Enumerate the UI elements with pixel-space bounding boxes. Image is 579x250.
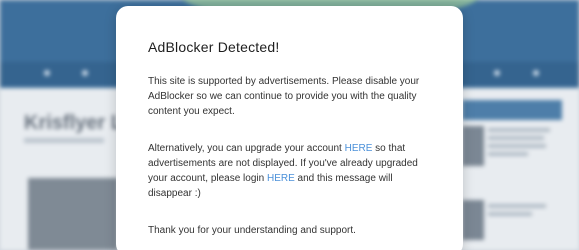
upgrade-account-link[interactable]: HERE [345, 143, 373, 154]
modal-title: AdBlocker Detected! [148, 39, 280, 55]
sidebar-text-line [488, 144, 546, 148]
article-meta [24, 138, 104, 143]
sidebar-text-line [488, 152, 528, 156]
login-link[interactable]: HERE [267, 173, 295, 184]
modal-text: Alternatively, you can upgrade your acco… [148, 143, 345, 154]
sidebar-thumbnail [462, 126, 484, 166]
modal-paragraph-support: This site is supported by advertisements… [148, 76, 420, 117]
modal-paragraph-alternative: Alternatively, you can upgrade your acco… [148, 141, 431, 201]
nav-icon [494, 70, 500, 76]
sidebar-text-line [488, 136, 544, 140]
sidebar-text-line [488, 128, 550, 132]
article-image [28, 178, 118, 250]
modal-paragraph-thanks: Thank you for your understanding and sup… [148, 225, 356, 236]
sidebar-text-line [488, 204, 546, 208]
nav-icon [82, 70, 88, 76]
sidebar-thumbnail [462, 200, 484, 240]
sidebar-header [462, 100, 562, 120]
nav-icon [44, 70, 50, 76]
nav-icon [533, 70, 539, 76]
sidebar-text-line [488, 212, 532, 216]
adblocker-modal: AdBlocker Detected! This site is support… [116, 6, 463, 250]
